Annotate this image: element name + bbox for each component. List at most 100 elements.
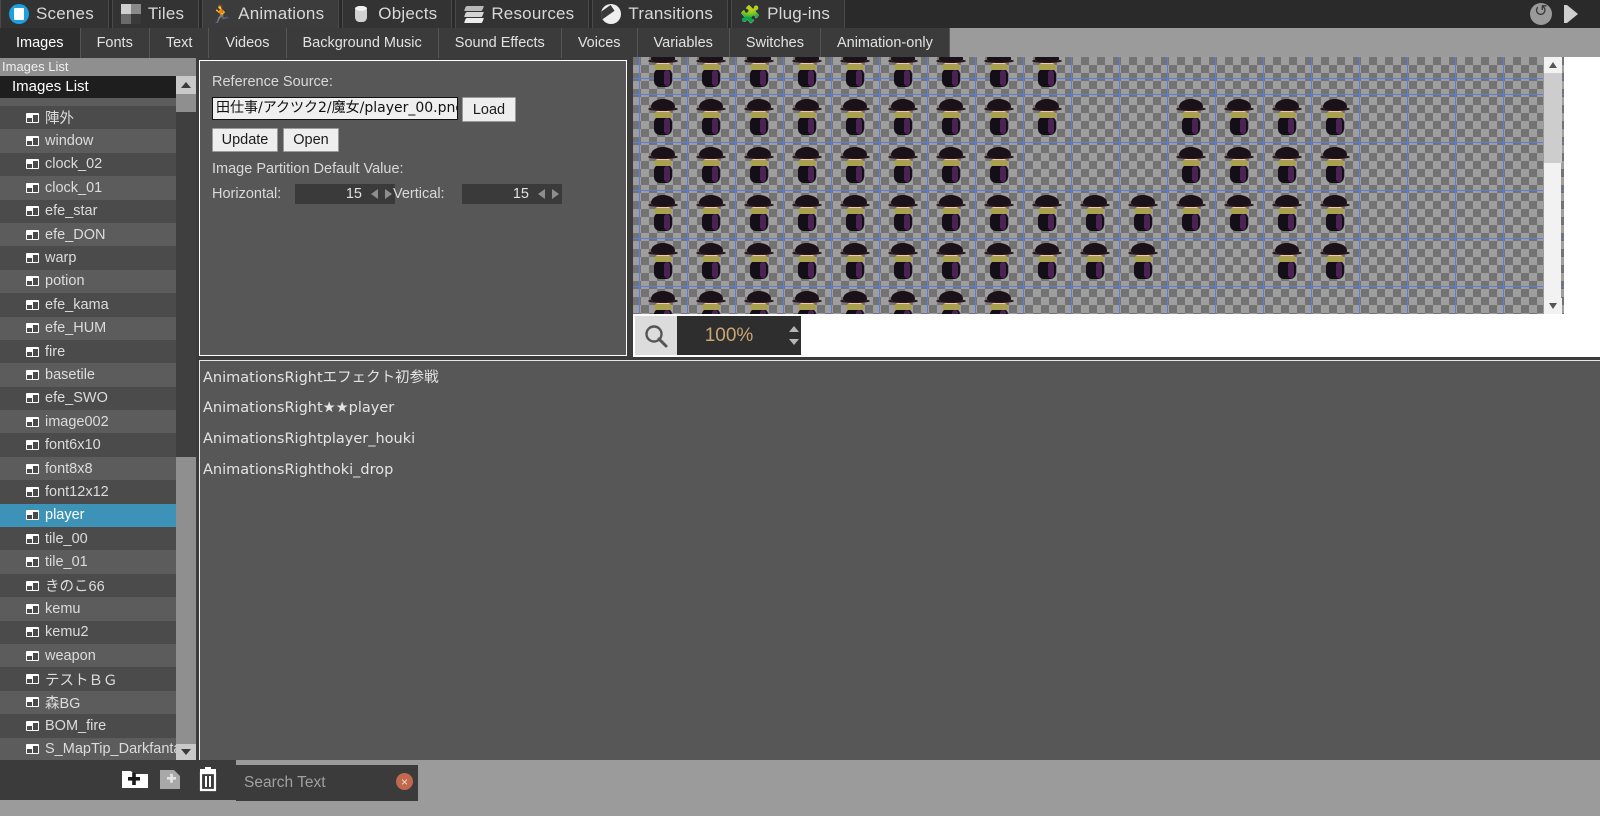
images-list[interactable]: Images List 陣外windowclock_02clock_01efe_… bbox=[0, 76, 176, 760]
menu-item-plugins[interactable]: 🧩 Plug-ins bbox=[731, 0, 845, 28]
list-item[interactable]: basetile bbox=[0, 363, 176, 386]
chevron-left-icon[interactable] bbox=[534, 184, 548, 204]
list-item[interactable]: warp bbox=[0, 246, 176, 269]
scrollbar-track[interactable] bbox=[176, 94, 196, 736]
clear-search-button[interactable]: × bbox=[396, 773, 413, 790]
tab-switches[interactable]: Switches bbox=[730, 28, 821, 58]
list-item-label: potion bbox=[45, 273, 85, 289]
list-item[interactable]: kemu2 bbox=[0, 621, 176, 644]
animation-row[interactable]: AnimationsRight★★player bbox=[200, 392, 1600, 423]
scroll-down-arrow-icon[interactable] bbox=[1544, 298, 1562, 314]
image-file-icon bbox=[26, 464, 39, 474]
list-item[interactable]: 陣外 bbox=[0, 106, 176, 129]
list-item-label: warp bbox=[45, 250, 76, 266]
list-item[interactable]: fire bbox=[0, 340, 176, 363]
image-file-icon bbox=[26, 136, 39, 146]
list-item[interactable]: efe_HUM bbox=[0, 317, 176, 340]
horizontal-stepper[interactable]: 15 bbox=[295, 184, 395, 204]
menu-item-resources[interactable]: Resources bbox=[455, 0, 589, 28]
sidebar-scrollbar[interactable] bbox=[176, 76, 196, 760]
image-file-icon bbox=[26, 510, 39, 520]
scroll-up-arrow-icon[interactable] bbox=[1544, 57, 1562, 73]
list-item-label: player bbox=[45, 507, 85, 523]
scrollbar-thumb[interactable] bbox=[176, 112, 196, 457]
list-item[interactable]: player bbox=[0, 504, 176, 527]
list-item[interactable]: 森BG bbox=[0, 691, 176, 714]
play-icon[interactable] bbox=[1564, 3, 1586, 25]
list-item[interactable]: font12x12 bbox=[0, 480, 176, 503]
tab-images[interactable]: Images bbox=[0, 28, 81, 58]
images-list-header: Images List bbox=[0, 76, 176, 98]
animations-list-panel[interactable]: AnimationsRightエフェクト初参戦AnimationsRight★★… bbox=[199, 360, 1600, 760]
chevron-right-icon[interactable] bbox=[548, 184, 562, 204]
menu-item-label: Resources bbox=[491, 4, 574, 24]
tab-sound-effects[interactable]: Sound Effects bbox=[439, 28, 562, 58]
menu-item-tiles[interactable]: Tiles bbox=[112, 0, 199, 28]
list-item[interactable]: tile_00 bbox=[0, 527, 176, 550]
menu-item-animations[interactable]: 🏃 Animations bbox=[202, 0, 339, 28]
animation-row[interactable]: AnimationsRighthoki_drop bbox=[200, 454, 1600, 485]
scroll-down-arrow-icon[interactable] bbox=[176, 744, 196, 760]
image-file-icon bbox=[26, 651, 39, 661]
list-item[interactable]: efe_DON bbox=[0, 223, 176, 246]
tab-videos[interactable]: Videos bbox=[209, 28, 286, 58]
sprite-sheet-canvas[interactable] bbox=[633, 57, 1564, 314]
list-item[interactable]: font6x10 bbox=[0, 433, 176, 456]
scroll-up-arrow-icon[interactable] bbox=[176, 76, 196, 94]
list-item[interactable]: テストＢＧ bbox=[0, 667, 176, 690]
vertical-stepper[interactable]: 15 bbox=[462, 184, 562, 204]
menu-item-objects[interactable]: Objects bbox=[342, 0, 452, 28]
tab-fonts[interactable]: Fonts bbox=[81, 28, 150, 58]
list-item[interactable]: efe_star bbox=[0, 200, 176, 223]
list-item[interactable]: BOM_fire bbox=[0, 714, 176, 737]
tab-label: Variables bbox=[654, 35, 713, 51]
tab-text[interactable]: Text bbox=[150, 28, 210, 58]
reference-path-input[interactable]: 田仕事/アクツク2/魔女/player_00.png bbox=[212, 97, 458, 120]
animations-icon: 🏃 bbox=[211, 4, 231, 24]
menu-item-transitions[interactable]: Transitions bbox=[592, 0, 728, 28]
list-item[interactable]: font8x8 bbox=[0, 457, 176, 480]
zoom-stepper[interactable] bbox=[787, 316, 801, 355]
delete-icon[interactable] bbox=[195, 767, 223, 793]
list-item-label: basetile bbox=[45, 367, 95, 383]
vertical-label: Vertical: bbox=[393, 186, 445, 202]
image-file-icon bbox=[26, 487, 39, 497]
tab-animation-only[interactable]: Animation-only bbox=[821, 28, 950, 58]
image-file-icon bbox=[26, 300, 39, 310]
list-item[interactable]: efe_SWO bbox=[0, 387, 176, 410]
list-item[interactable]: clock_01 bbox=[0, 176, 176, 199]
update-button[interactable]: Update bbox=[212, 128, 278, 152]
tab-background-music[interactable]: Background Music bbox=[287, 28, 439, 58]
new-folder-icon[interactable] bbox=[121, 767, 149, 793]
list-item[interactable]: potion bbox=[0, 270, 176, 293]
tab-voices[interactable]: Voices bbox=[562, 28, 638, 58]
load-button[interactable]: Load bbox=[462, 97, 516, 122]
menu-item-scenes[interactable]: Scenes bbox=[0, 0, 109, 28]
undo-icon[interactable] bbox=[1530, 3, 1552, 25]
list-item[interactable]: efe_kama bbox=[0, 293, 176, 316]
chevron-left-icon[interactable] bbox=[367, 184, 381, 204]
list-item[interactable]: S_MapTip_Darkfanta bbox=[0, 738, 176, 760]
preview-vertical-scrollbar[interactable] bbox=[1543, 57, 1561, 314]
list-item-label: 森BG bbox=[45, 692, 80, 713]
list-item[interactable]: image002 bbox=[0, 410, 176, 433]
list-item[interactable]: weapon bbox=[0, 644, 176, 667]
open-button[interactable]: Open bbox=[283, 128, 339, 152]
animation-row[interactable]: AnimationsRightplayer_houki bbox=[200, 423, 1600, 454]
search-input[interactable]: Search Text bbox=[236, 765, 418, 801]
animation-row[interactable]: AnimationsRightエフェクト初参戦 bbox=[200, 361, 1600, 392]
list-item[interactable]: clock_02 bbox=[0, 153, 176, 176]
duplicate-icon[interactable] bbox=[158, 767, 186, 793]
list-item[interactable]: tile_01 bbox=[0, 550, 176, 573]
list-item[interactable]: きのこ66 bbox=[0, 574, 176, 597]
list-item-label: きのこ66 bbox=[45, 575, 105, 596]
tab-variables[interactable]: Variables bbox=[638, 28, 730, 58]
magnifier-icon[interactable] bbox=[635, 316, 677, 355]
scrollbar-thumb[interactable] bbox=[1544, 73, 1562, 163]
list-item[interactable]: window bbox=[0, 129, 176, 152]
list-item[interactable]: kemu bbox=[0, 597, 176, 620]
preview-right-gutter bbox=[1579, 57, 1600, 314]
list-partial-row bbox=[0, 98, 176, 106]
zoom-level-field[interactable]: 100% bbox=[677, 316, 801, 355]
tab-label: Fonts bbox=[97, 35, 133, 51]
